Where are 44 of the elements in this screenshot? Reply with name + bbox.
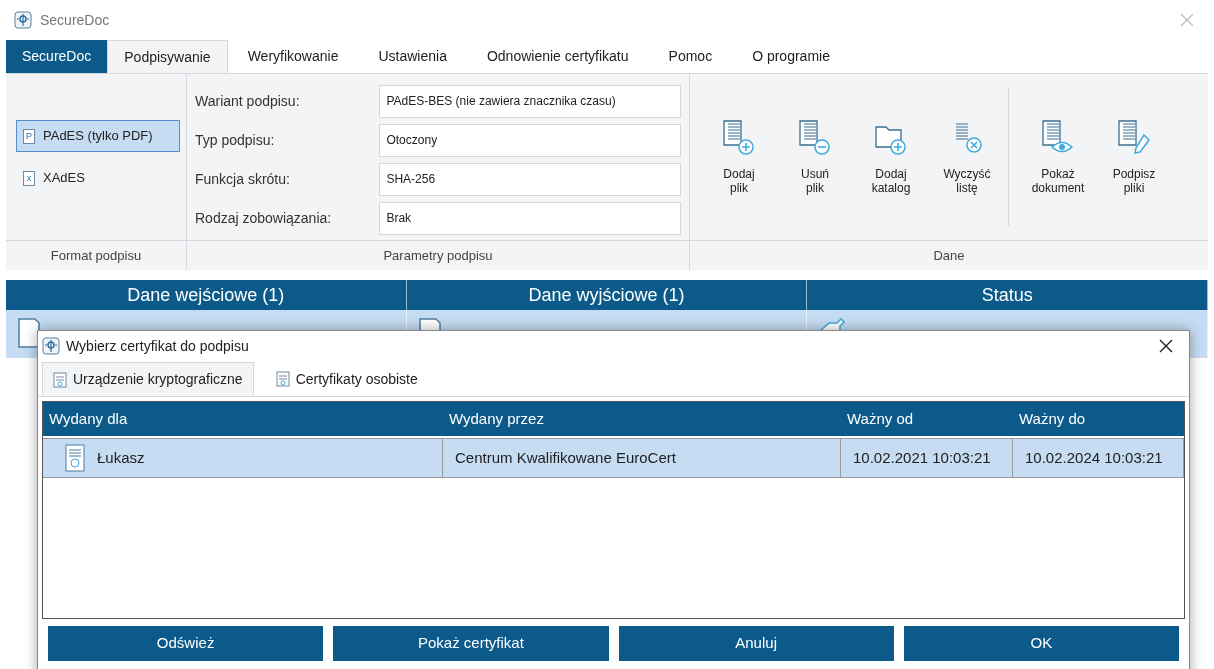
field-label: Wariant podpisu: (195, 91, 301, 111)
ribbon-button[interactable]: Dodaj plik (704, 119, 774, 195)
app-icon (42, 337, 60, 355)
ribbon-button[interactable]: Wyczyść listę (932, 119, 1002, 195)
certificate-icon (65, 444, 85, 472)
input-field[interactable]: SHA-256 (379, 162, 681, 196)
table-cell-text: 10.02.2021 10:03:21 (853, 447, 991, 468)
table-cell-text: 10.02.2024 10:03:21 (1025, 447, 1163, 468)
dialog-button[interactable]: Pokaż certyfikat (333, 626, 609, 661)
column-header: Ważny od (846, 409, 915, 429)
input-field[interactable]: PAdES-BES (nie zawiera znacznika czasu) (379, 84, 681, 118)
app-icon (14, 11, 32, 29)
ribbon-button[interactable]: Pokaż dokument (1023, 119, 1093, 195)
column-header: Ważny do (1018, 409, 1087, 429)
field-label: Rodzaj zobowiązania: (195, 208, 333, 228)
field-label: Typ podpisu: (195, 130, 276, 150)
format-option[interactable]: P PAdES (tylko PDF) (16, 120, 180, 152)
app-menu-tab[interactable]: SecureDoc (6, 40, 108, 73)
column-header: Wydany dla (48, 409, 129, 429)
file-type-icon: x (23, 170, 35, 186)
file-type-icon: P (23, 128, 35, 144)
table-cell-text: Łukasz (97, 447, 145, 468)
close-icon[interactable] (1159, 339, 1173, 353)
ribbon-button[interactable]: Dodaj katalog (856, 119, 926, 195)
group-label: Dane (690, 240, 1208, 270)
dialog-tab[interactable]: Urządzenie kryptograficzne (42, 362, 254, 396)
dialog-title: Wybierz certyfikat do podpisu (66, 336, 249, 356)
input-field[interactable]: Otoczony (379, 123, 681, 157)
group-label: Parametry podpisu (187, 240, 689, 270)
ribbon-button[interactable]: Usuń plik (780, 119, 850, 195)
ribbon-button[interactable]: Podpisz pliki (1099, 119, 1169, 195)
ribbon-tab[interactable]: Podpisywanie (107, 40, 228, 73)
group-label: Format podpisu (6, 240, 186, 270)
certificate-row[interactable]: Łukasz Centrum Kwalifikowane EuroCert 10.02.2021 10:03:21 10.02.2024 10:03:21 (43, 438, 1184, 478)
dialog-button[interactable]: Anuluj (618, 626, 894, 661)
window-title: SecureDoc (40, 10, 110, 30)
dialog-button[interactable]: OK (903, 626, 1179, 661)
input-field[interactable]: Brak (379, 201, 681, 235)
dialog-button[interactable]: Odśwież (48, 626, 324, 661)
format-option[interactable]: x XAdES (16, 162, 180, 194)
field-label: Funkcja skrótu: (195, 169, 291, 189)
certificate-icon (275, 371, 290, 387)
column-header: Wydany przez (448, 409, 545, 429)
table-cell-text: Centrum Kwalifikowane EuroCert (455, 447, 676, 468)
